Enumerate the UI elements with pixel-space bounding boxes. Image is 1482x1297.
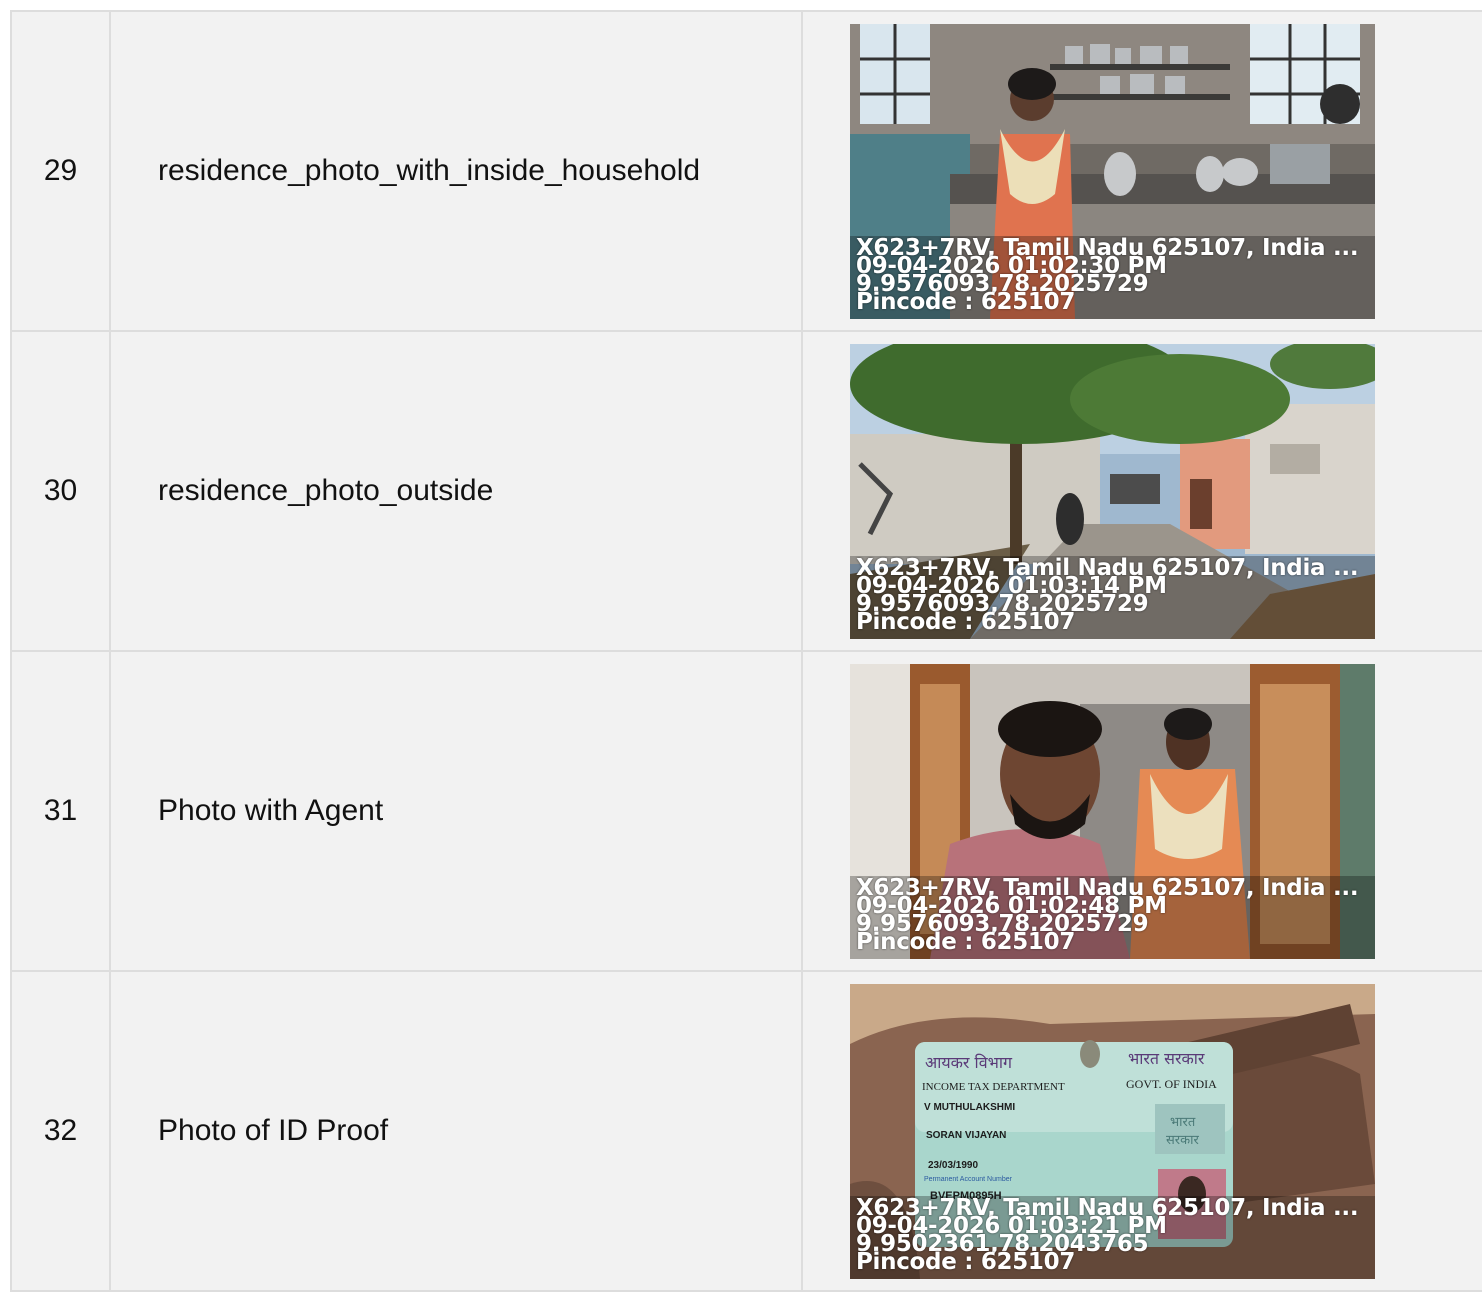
table-row: 29 residence_photo_with_inside_household [10,10,1482,332]
row-number: 31 [10,650,111,972]
table-row: 32 Photo of ID Proof आयकर विभाग भारत सरक… [10,970,1482,1292]
geotag-stamp: X623+7RV, Tamil Nadu 625107, India ... 0… [856,1196,1371,1273]
row-label: Photo with Agent [109,650,803,972]
card-govt-hindi: भारत सरकार [1128,1049,1205,1068]
card-name: V MUTHULAKSHMI [924,1102,1015,1113]
card-father-name: SORAN VIJAYAN [926,1130,1006,1141]
residence-outside-photo[interactable]: X623+7RV, Tamil Nadu 625107, India ... 0… [850,343,1375,639]
row-label: residence_photo_outside [109,330,803,652]
geotag-stamp: X623+7RV, Tamil Nadu 625107, India ... 0… [856,876,1371,953]
verification-photo-table: 29 residence_photo_with_inside_household [10,10,1482,1292]
card-pan-label: Permanent Account Number [924,1176,1013,1183]
table-row: 30 residence_photo_outside X623+7RV, Tam… [10,330,1482,652]
table-row: 31 Photo with Agent X623+7RV, Tamil Nadu… [10,650,1482,972]
card-govt-english: GOVT. OF INDIA [1126,1077,1217,1091]
geotag-stamp: X623+7RV, Tamil Nadu 625107, India ... 0… [856,236,1371,313]
card-hologram-line2: सरकार [1166,1133,1199,1148]
photo-cell: X623+7RV, Tamil Nadu 625107, India ... 0… [801,650,1482,972]
residence-inside-photo[interactable]: X623+7RV, Tamil Nadu 625107, India ... 0… [850,23,1375,319]
id-proof-photo[interactable]: आयकर विभाग भारत सरकार INCOME TAX DEPARTM… [850,983,1375,1279]
card-dept-english: INCOME TAX DEPARTMENT [922,1081,1065,1093]
report-sheet: 29 residence_photo_with_inside_household [0,0,1482,1297]
photo-cell: X623+7RV, Tamil Nadu 625107, India ... 0… [801,330,1482,652]
row-number: 30 [10,330,111,652]
photo-cell: X623+7RV, Tamil Nadu 625107, India ... 0… [801,10,1482,332]
row-label: Photo of ID Proof [109,970,803,1292]
row-number: 32 [10,970,111,1292]
card-hologram-line1: भारत [1170,1115,1196,1130]
card-dob: 23/03/1990 [928,1160,978,1171]
card-dept-hindi: आयकर विभाग [925,1053,1013,1072]
row-number: 29 [10,10,111,332]
photo-cell: आयकर विभाग भारत सरकार INCOME TAX DEPARTM… [801,970,1482,1292]
geotag-stamp: X623+7RV, Tamil Nadu 625107, India ... 0… [856,556,1371,633]
row-label: residence_photo_with_inside_household [109,10,803,332]
photo-with-agent[interactable]: X623+7RV, Tamil Nadu 625107, India ... 0… [850,663,1375,959]
